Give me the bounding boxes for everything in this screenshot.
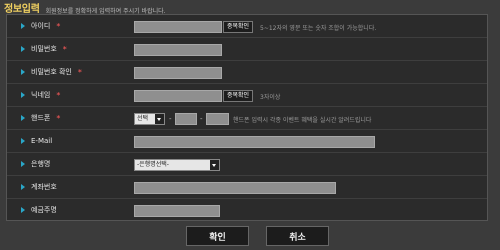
row-bank: 은행명 -은행명선택- [7, 153, 487, 176]
bullet-icon [21, 138, 25, 144]
label-email: E-Mail [21, 130, 52, 152]
required-mark: * [56, 90, 61, 100]
row-phone: 핸드폰 * 선택 - - 핸드폰 입력시 각종 이벤트 혜택을 실시간 알려드립니… [7, 107, 487, 130]
user-id-input[interactable] [134, 21, 222, 33]
bullet-icon [21, 23, 25, 29]
form-panel: 아이디 * 중복확인 5~12자의 영문 또는 숫자 조합이 가능합니다. 비밀번… [6, 14, 488, 221]
label-text: 예금주명 [31, 206, 57, 214]
bullet-icon [21, 207, 25, 213]
row-password: 비밀번호 * [7, 38, 487, 61]
required-mark: * [77, 67, 82, 77]
bullet-icon [21, 115, 25, 121]
bullet-icon [21, 46, 25, 52]
label-password-confirm: 비밀번호 확인 * [21, 61, 82, 83]
label-account-holder: 예금주명 [21, 199, 57, 221]
cancel-button[interactable]: 취소 [266, 226, 329, 246]
label-bank: 은행명 [21, 153, 50, 175]
account-number-input[interactable] [134, 182, 336, 194]
user-id-hint: 5~12자의 영문 또는 숫자 조합이 가능합니다. [260, 25, 377, 32]
page-title: 정보입력 [4, 4, 40, 15]
label-nickname: 닉네임 * [21, 84, 60, 106]
label-text: 비밀번호 [31, 45, 57, 53]
label-password: 비밀번호 * [21, 38, 67, 60]
label-phone: 핸드폰 * [21, 107, 60, 129]
form-header: 정보입력 회원정보를 정확하게 입력하여 주시기 바랍니다. [4, 1, 166, 15]
form-actions: 확인 취소 [0, 226, 500, 246]
label-account-number: 계좌번호 [21, 176, 57, 198]
row-password-confirm: 비밀번호 확인 * [7, 61, 487, 84]
phone-separator: - [169, 115, 172, 123]
bullet-icon [21, 92, 25, 98]
chevron-down-icon [210, 160, 219, 170]
bank-select-value: -은행명선택- [137, 161, 169, 168]
row-email: E-Mail [7, 130, 487, 153]
phone-last-input[interactable] [206, 113, 229, 125]
row-nickname: 닉네임 * 중복확인 3자이상 [7, 84, 487, 107]
required-mark: * [56, 21, 61, 31]
phone-hint: 핸드폰 입력시 각종 이벤트 혜택을 실시간 알려드립니다 [233, 117, 372, 124]
confirm-button[interactable]: 확인 [186, 226, 249, 246]
label-user-id: 아이디 * [21, 15, 60, 37]
label-text: 닉네임 [31, 91, 51, 99]
row-account-holder: 예금주명 [7, 199, 487, 221]
phone-middle-input[interactable] [175, 113, 197, 125]
bank-select[interactable]: -은행명선택- [134, 159, 220, 171]
password-confirm-input[interactable] [134, 67, 222, 79]
check-id-duplicate-button[interactable]: 중복확인 [223, 21, 254, 33]
bullet-icon [21, 69, 25, 75]
label-text: E-Mail [31, 137, 53, 145]
row-account-number: 계좌번호 [7, 176, 487, 199]
email-input[interactable] [134, 136, 375, 148]
required-mark: * [62, 44, 67, 54]
label-text: 아이디 [31, 22, 51, 30]
bullet-icon [21, 161, 25, 167]
phone-prefix-value: 선택 [137, 115, 149, 122]
label-text: 비밀번호 확인 [31, 68, 72, 76]
password-input[interactable] [134, 44, 222, 56]
phone-prefix-select[interactable]: 선택 [134, 113, 165, 125]
phone-separator: - [200, 115, 203, 123]
label-text: 은행명 [31, 160, 51, 168]
row-user-id: 아이디 * 중복확인 5~12자의 영문 또는 숫자 조합이 가능합니다. [7, 15, 487, 38]
signup-form-window: 정보입력 회원정보를 정확하게 입력하여 주시기 바랍니다. 아이디 * 중복확인… [0, 0, 500, 250]
account-holder-input[interactable] [134, 205, 220, 217]
label-text: 핸드폰 [31, 114, 51, 122]
required-mark: * [56, 113, 61, 123]
chevron-down-icon [155, 114, 164, 124]
check-nickname-duplicate-button[interactable]: 중복확인 [223, 90, 254, 102]
nickname-hint: 3자이상 [260, 94, 281, 101]
bullet-icon [21, 184, 25, 190]
nickname-input[interactable] [134, 90, 222, 102]
label-text: 계좌번호 [31, 183, 57, 191]
